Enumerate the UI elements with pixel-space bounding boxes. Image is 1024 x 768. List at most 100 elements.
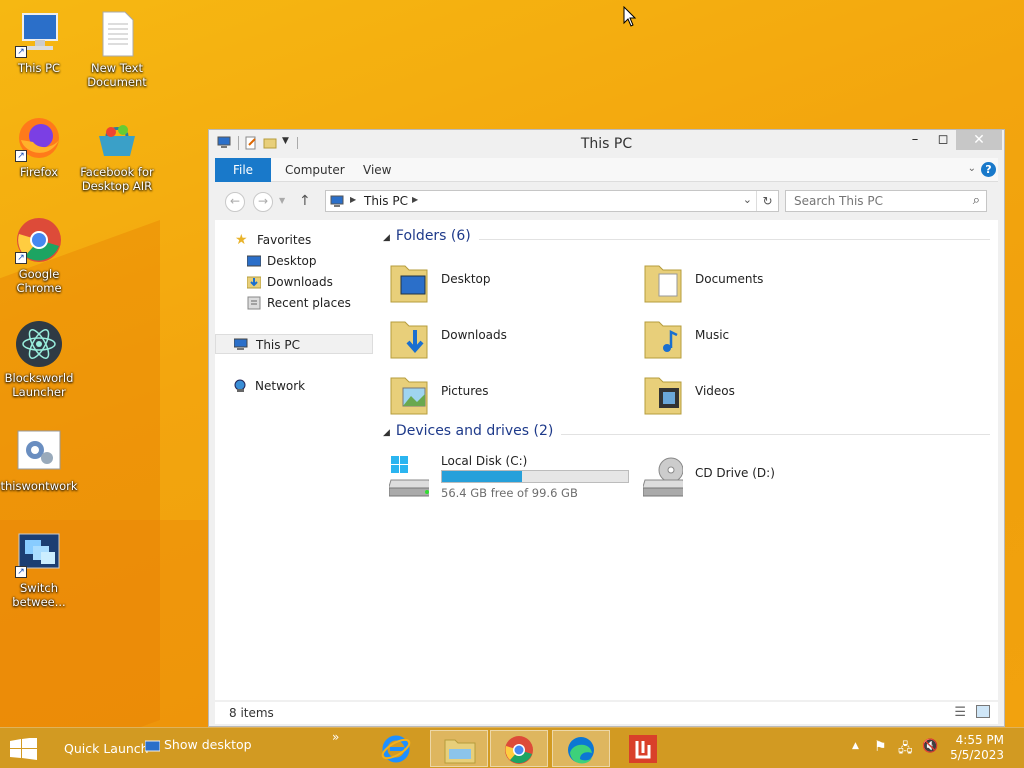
- title-bar[interactable]: ▼ This PC – ◻ ✕: [209, 130, 1004, 158]
- desktop-icon-label: New Text Document: [87, 61, 147, 89]
- nav-desktop[interactable]: Desktop: [215, 251, 373, 271]
- nav-recent-places[interactable]: Recent places: [215, 293, 373, 313]
- taskbar-google-chrome[interactable]: [490, 730, 548, 767]
- nav-downloads[interactable]: Downloads: [215, 272, 373, 292]
- nav-this-pc[interactable]: This PC: [215, 334, 373, 354]
- desktop-icon-google-chrome[interactable]: ↗ Google Chrome: [0, 216, 78, 295]
- action-center-flag-icon[interactable]: ⚑: [874, 739, 887, 755]
- nav-favorites[interactable]: ★ Favorites: [215, 230, 373, 250]
- desktop-icon-new-text-document[interactable]: New Text Document: [78, 10, 156, 89]
- status-bar: 8 items ☰: [215, 702, 998, 724]
- drive-name: CD Drive (D:): [695, 466, 775, 480]
- network-icon: [234, 379, 246, 392]
- chrome-icon: ↗: [15, 216, 63, 264]
- collapse-triangle-icon[interactable]: ◢: [383, 233, 390, 243]
- desktop-icon-label: Google Chrome: [16, 267, 62, 295]
- volume-muted-icon[interactable]: 🔇: [922, 739, 938, 754]
- item-count: 8 items: [229, 706, 274, 720]
- clock-time: 4:55 PM: [955, 733, 1004, 747]
- folder-item[interactable]: Music: [639, 312, 869, 362]
- star-icon: ★: [235, 232, 248, 248]
- cd-drive-icon: [643, 457, 683, 497]
- search-box[interactable]: ⌕: [785, 190, 987, 212]
- toolbar-overflow-icon[interactable]: »: [332, 730, 339, 744]
- back-button[interactable]: ←: [225, 192, 245, 212]
- nav-network[interactable]: Network: [215, 376, 373, 396]
- window-title: This PC: [580, 136, 633, 152]
- desktop-icon-blocksworld[interactable]: Blocksworld Launcher: [0, 320, 78, 399]
- group-divider: [479, 239, 990, 240]
- minimize-button[interactable]: –: [900, 130, 930, 150]
- taskbar-microsoft-edge[interactable]: [552, 730, 610, 767]
- breadcrumb-this-pc[interactable]: This PC: [364, 194, 408, 208]
- expand-ribbon-icon[interactable]: ⌄: [968, 163, 976, 174]
- drive-item-d[interactable]: CD Drive (D:): [639, 450, 869, 500]
- group-divider: [561, 434, 990, 435]
- drive-item-c[interactable]: Local Disk (C:) 56.4 GB free of 99.6 GB: [385, 450, 635, 500]
- taskbar-file-explorer[interactable]: [430, 730, 488, 767]
- search-input[interactable]: [786, 191, 956, 211]
- desktop-folder-icon: [390, 265, 428, 303]
- mouse-cursor-icon: [623, 6, 637, 27]
- quick-launch-label[interactable]: Quick Launch: [64, 741, 149, 756]
- desktop-icon: [247, 255, 261, 267]
- desktop-icon-this-pc[interactable]: ↗ This PC: [0, 10, 78, 75]
- taskbar: Quick Launch Show desktop » ▲ ⚑ 🖧 🔇 4:55…: [0, 727, 1024, 768]
- ribbon: File Computer View ⌄ ?: [215, 158, 998, 182]
- disk-usage-bar: [441, 470, 629, 483]
- computer-icon: [330, 195, 344, 207]
- desktop-icon-switch-between[interactable]: ↗ Switch betwee...: [0, 530, 78, 609]
- help-icon[interactable]: ?: [981, 162, 996, 177]
- address-row: ← → ▼ ↑ ▶ This PC ▶ ⌄ ↻ ⌕: [215, 188, 998, 214]
- folder-item[interactable]: Videos: [639, 368, 869, 418]
- app-icon: [629, 735, 657, 763]
- up-arrow-icon[interactable]: ↑: [299, 193, 311, 209]
- group-header-folders[interactable]: ◢ Folders (6): [383, 228, 990, 250]
- maximize-button[interactable]: ◻: [928, 130, 958, 150]
- breadcrumb-separator-icon[interactable]: ▶: [412, 195, 418, 204]
- search-icon[interactable]: ⌕: [973, 193, 980, 208]
- taskbar-internet-explorer[interactable]: [368, 730, 426, 767]
- desktop-icon-label: Blocksworld Launcher: [4, 371, 74, 399]
- forward-button[interactable]: →: [253, 192, 273, 212]
- folder-item[interactable]: Pictures: [385, 368, 615, 418]
- tab-computer[interactable]: Computer: [271, 158, 359, 182]
- close-button[interactable]: ✕: [956, 130, 1002, 150]
- details-view-icon[interactable]: ☰: [954, 705, 966, 720]
- hard-drive-icon: [389, 456, 429, 497]
- show-hidden-icons[interactable]: ▲: [852, 741, 859, 751]
- address-dropdown-icon[interactable]: ⌄: [743, 193, 752, 206]
- gears-icon: [15, 428, 63, 476]
- desktop-icon-thiswontwork[interactable]: thiswontwork: [0, 428, 78, 493]
- network-status-icon[interactable]: 🖧: [898, 739, 913, 761]
- windows-start-icon[interactable]: [10, 738, 38, 760]
- address-bar[interactable]: ▶ This PC ▶ ⌄ ↻: [325, 190, 779, 212]
- recent-locations-icon[interactable]: ▼: [279, 196, 285, 205]
- desktop-icon-facebook-air[interactable]: Facebook for Desktop AIR: [78, 114, 156, 193]
- drive-name: Local Disk (C:): [441, 454, 528, 468]
- atom-icon: [15, 320, 63, 368]
- refresh-icon[interactable]: ↻: [756, 191, 778, 211]
- system-clock[interactable]: 4:55 PM 5/5/2023: [950, 733, 1004, 763]
- collapse-triangle-icon[interactable]: ◢: [383, 428, 390, 438]
- folder-item[interactable]: Documents: [639, 256, 869, 306]
- tab-view[interactable]: View: [349, 158, 405, 182]
- folder-item[interactable]: Downloads: [385, 312, 615, 362]
- taskbar-app[interactable]: [614, 730, 672, 767]
- text-document-icon: [93, 10, 141, 58]
- computer-icon: [234, 338, 248, 350]
- folder-item[interactable]: Desktop: [385, 256, 615, 306]
- desktop-icon-label: Switch betwee...: [12, 581, 66, 609]
- show-desktop-label[interactable]: Show desktop: [164, 737, 252, 752]
- desktop-icon-firefox[interactable]: ↗ Firefox: [0, 114, 78, 179]
- content-pane: ◢ Folders (6) Desktop Documents Downloads…: [379, 220, 998, 700]
- desktop-icon-label: Firefox: [19, 165, 59, 179]
- tab-file[interactable]: File: [215, 158, 271, 182]
- group-header-devices[interactable]: ◢ Devices and drives (2): [383, 423, 990, 445]
- desktop-icon-label: This PC: [17, 61, 61, 75]
- breadcrumb-separator-icon[interactable]: ▶: [350, 195, 356, 204]
- desktop-icon-label: Facebook for Desktop AIR: [80, 165, 154, 193]
- large-icons-view-icon[interactable]: [976, 705, 990, 718]
- explorer-window[interactable]: ▼ This PC – ◻ ✕ File Computer View ⌄ ? ←…: [208, 129, 1005, 727]
- downloads-folder-icon: [390, 321, 428, 359]
